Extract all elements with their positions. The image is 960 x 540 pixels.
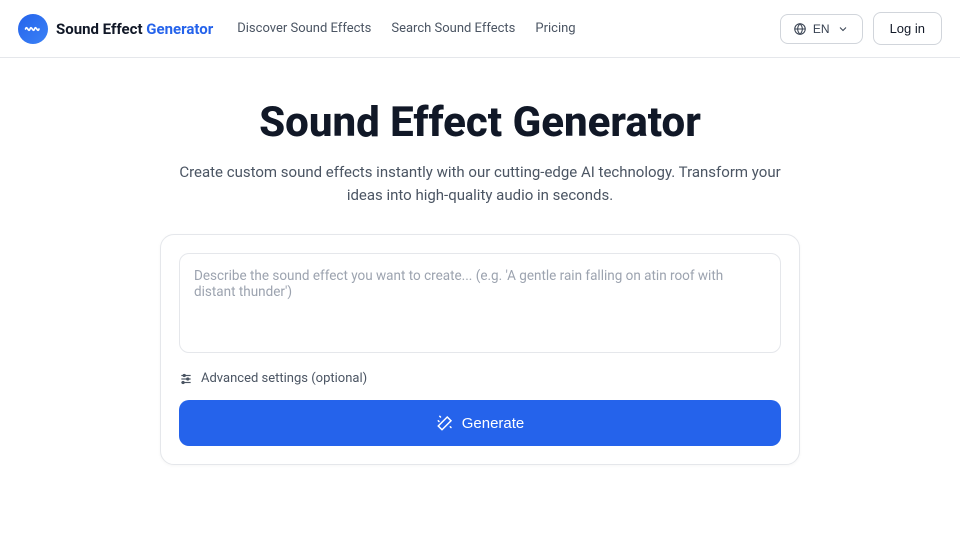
nav-search[interactable]: Search Sound Effects [391,21,515,36]
sliders-icon [179,372,193,386]
generator-card: Advanced settings (optional) Generate [160,234,800,465]
advanced-settings-label: Advanced settings (optional) [201,371,367,386]
main-nav: Discover Sound Effects Search Sound Effe… [237,21,575,36]
main-content: Sound Effect Generator Create custom sou… [0,58,960,465]
logo-text: Sound Effect Generator [56,20,213,38]
header-right: EN Log in [780,12,942,45]
chevron-down-icon [836,22,850,36]
magic-wand-icon [436,414,454,432]
nav-pricing[interactable]: Pricing [535,21,575,36]
nav-discover[interactable]: Discover Sound Effects [237,21,371,36]
generate-button[interactable]: Generate [179,400,781,446]
logo-text-part1: Sound Effect [56,20,146,38]
login-button[interactable]: Log in [873,12,942,45]
header-left: Sound Effect Generator Discover Sound Ef… [18,14,576,44]
hero-subtitle: Create custom sound effects instantly wi… [160,161,800,206]
generate-button-label: Generate [462,415,525,432]
globe-icon [793,22,807,36]
prompt-input[interactable] [179,253,781,353]
app-header: Sound Effect Generator Discover Sound Ef… [0,0,960,58]
logo[interactable]: Sound Effect Generator [18,14,213,44]
logo-text-part2: Generator [146,20,213,38]
language-select[interactable]: EN [780,14,863,44]
advanced-settings-toggle[interactable]: Advanced settings (optional) [179,371,781,386]
logo-wave-icon [18,14,48,44]
language-code: EN [813,22,830,36]
hero-title: Sound Effect Generator [259,98,701,147]
